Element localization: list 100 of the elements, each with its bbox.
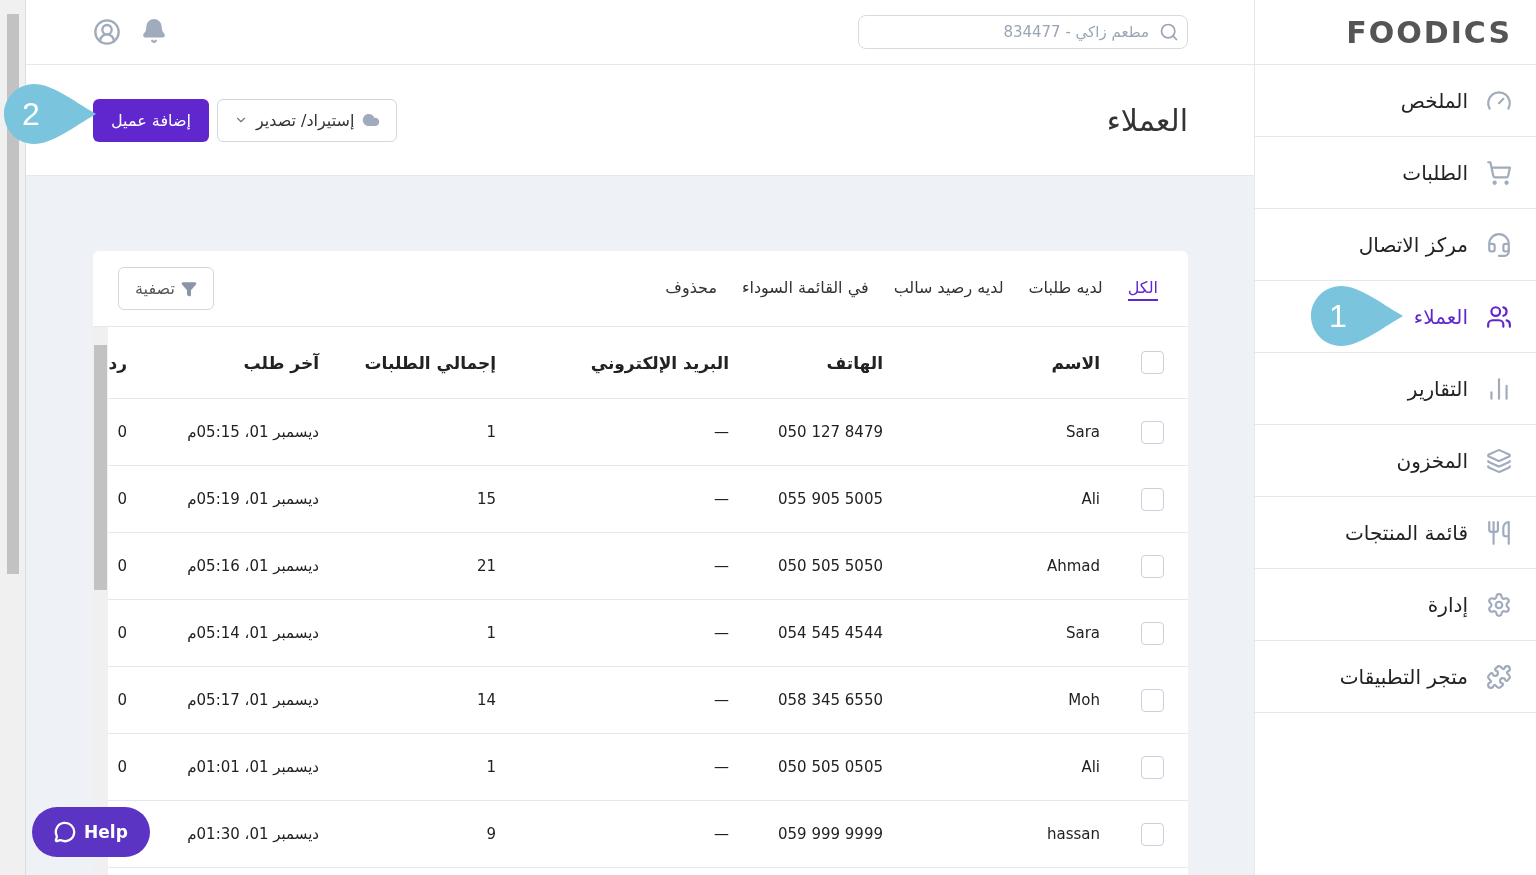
filter-tab[interactable]: الكل [1127, 276, 1158, 301]
table-cell-text: 14 [475, 691, 497, 709]
bell-icon[interactable] [141, 18, 167, 44]
nav-icon [1486, 231, 1512, 258]
table-cell-text: ديسمبر 01، 05:15م [186, 423, 320, 441]
table-cell-text: Sara [1064, 423, 1101, 441]
table-cell-text: 059 999 9999 [777, 825, 884, 843]
user-icon[interactable] [93, 18, 121, 46]
table-cell-text: 050 127 8479 [777, 423, 884, 441]
table-cell-text: 0 [116, 490, 128, 508]
sidebar-item[interactable]: التقارير [1255, 353, 1536, 425]
sidebar-item[interactable]: مركز الاتصال [1255, 209, 1536, 281]
step-number: 1 [1329, 298, 1347, 335]
table-cell-text: ديسمبر 01، 01:30م [186, 825, 320, 843]
table-cell-text: — [713, 825, 730, 843]
column-header: رد [108, 352, 128, 373]
table-cell-text: 0 [116, 557, 128, 575]
checkbox[interactable] [1141, 554, 1164, 578]
page-title: العملاء [1106, 102, 1188, 138]
add-customer-button[interactable]: إضافة عميل [93, 98, 209, 142]
table-cell-text: 21 [475, 557, 497, 575]
nav-label: العملاء [1413, 304, 1468, 329]
table-cell-text: — [713, 490, 730, 508]
table-cell-text: Ali [1080, 758, 1101, 776]
column-header: الهاتف [825, 352, 884, 373]
nav-label: التقارير [1407, 376, 1468, 401]
sidebar-item[interactable]: متجر التطبيقات [1255, 641, 1536, 713]
checkbox[interactable] [1141, 688, 1164, 712]
table-cell-text: ديسمبر 01، 05:17م [186, 691, 320, 709]
nav-icon [1486, 447, 1512, 474]
search-icon [1159, 22, 1179, 42]
search-field[interactable]: مطعم زاكي - 834477 [867, 17, 1151, 47]
column-header: الاسم [1050, 352, 1101, 373]
nav-label: المخزون [1396, 448, 1468, 473]
logo: FOODICS [1255, 0, 1536, 65]
table-cell-text: — [713, 691, 730, 709]
nav-label: متجر التطبيقات [1339, 664, 1468, 689]
table-cell-text: 050 505 0505 [777, 758, 884, 776]
table-cell-text: 058 345 6550 [777, 691, 884, 709]
sidebar-item[interactable]: قائمة المنتجات [1255, 497, 1536, 569]
table-cell-text: — [713, 423, 730, 441]
table-cell-text: 0 [116, 758, 128, 776]
nav-label: الطلبات [1402, 160, 1468, 185]
table-cell-text: Moh [1067, 691, 1101, 709]
sidebar-item[interactable]: الطلبات [1255, 137, 1536, 209]
checkbox[interactable] [1141, 621, 1164, 645]
sidebar-item[interactable]: الملخص [1255, 65, 1536, 137]
filter-tab[interactable]: محذوف [665, 276, 717, 301]
table-cell-text: — [713, 557, 730, 575]
table-cell-text: — [713, 624, 730, 642]
filter-button[interactable]: تصفية [118, 267, 214, 310]
table-cell-text: Ali [1080, 490, 1101, 508]
checkbox[interactable] [1141, 755, 1164, 779]
table-cell-text: 15 [475, 490, 497, 508]
table-cell-text: 0 [116, 691, 128, 709]
filter-tab[interactable]: في القائمة السوداء [741, 276, 869, 301]
table-cell-text: ديسمبر 01، 05:14م [186, 624, 320, 642]
table-cell-text: 9 [485, 825, 497, 843]
table-cell-text: 054 545 4544 [777, 624, 884, 642]
table-cell-text: 0 [116, 423, 128, 441]
nav-label: الملخص [1400, 88, 1468, 113]
checkbox[interactable] [1141, 351, 1164, 374]
table-cell-text: hassan [1045, 825, 1101, 843]
filter-tab[interactable]: لديه رصيد سالب [893, 276, 1004, 301]
table-cell-text: 1 [485, 423, 497, 441]
chat-icon [54, 821, 77, 843]
nav-icon [1486, 663, 1512, 690]
table-cell-text: Ahmad [1045, 557, 1101, 575]
sidebar-item[interactable]: المخزون [1255, 425, 1536, 497]
checkbox[interactable] [1141, 822, 1164, 846]
column-header: آخر طلب [242, 352, 321, 373]
sidebar-item[interactable]: إدارة [1255, 569, 1536, 641]
nav-icon [1486, 303, 1512, 330]
table-cell-text: ديسمبر 01، 05:19م [186, 490, 320, 508]
table-cell-text: 055 905 5005 [777, 490, 884, 508]
help-button[interactable]: Help [32, 807, 150, 857]
nav-label: مركز الاتصال [1358, 232, 1468, 257]
nav-icon [1486, 519, 1512, 546]
nav-label: إدارة [1427, 592, 1468, 617]
search-box[interactable]: مطعم زاكي - 834477 [858, 15, 1188, 49]
checkbox[interactable] [1141, 487, 1164, 511]
table-cell-text: 1 [485, 624, 497, 642]
table-cell-text: 050 505 5050 [777, 557, 884, 575]
table-cell-text: ديسمبر 01، 01:01م [186, 758, 320, 776]
filter-tab[interactable]: لديه طلبات [1028, 276, 1103, 301]
column-header: إجمالي الطلبات [363, 352, 497, 373]
step-number: 2 [22, 96, 40, 133]
filter-icon [180, 280, 197, 297]
cloud-icon [362, 111, 381, 129]
table-cell-text: ديسمبر 01، 05:16م [186, 557, 320, 575]
table-cell-text: — [713, 758, 730, 776]
nav-icon [1486, 591, 1512, 618]
nav-icon [1486, 159, 1512, 186]
column-header: البريد الإلكتروني [589, 352, 730, 373]
table-cell-text: 1 [485, 758, 497, 776]
table-cell-text: Sara [1064, 624, 1101, 642]
nav-label: قائمة المنتجات [1345, 520, 1468, 545]
table-cell-text: 0 [116, 624, 128, 642]
checkbox[interactable] [1141, 420, 1164, 444]
import-export-button[interactable]: إستيراد/ تصدير [216, 98, 398, 142]
